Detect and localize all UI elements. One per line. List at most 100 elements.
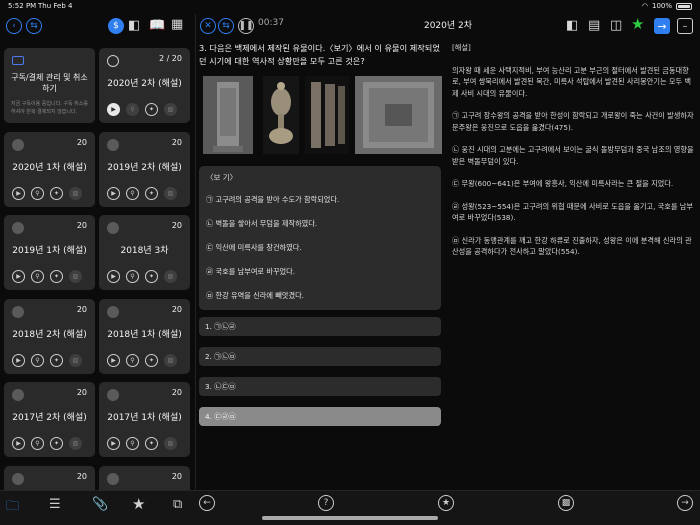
trash-icon[interactable]: ▧ [69, 270, 82, 283]
folder-icon[interactable]: 🗀 [6, 497, 19, 519]
image-icon[interactable]: ▤ [588, 18, 600, 34]
next-arrow-icon[interactable]: → [654, 18, 670, 34]
play-icon[interactable]: ▶ [12, 354, 25, 367]
trash-icon[interactable]: ▧ [164, 354, 177, 367]
answer-choice-4[interactable]: 4. ㉢㉣㉤ [199, 407, 441, 426]
exam-card[interactable]: 2 / 20 2020년 2차 (해설) ▶ ⚲ ✦ ▧ [99, 48, 190, 123]
answer-choice-3[interactable]: 3. ㉡㉢㉤ [199, 377, 441, 396]
refresh-icon[interactable] [107, 55, 119, 67]
exam-card[interactable]: 20 2019년 2차 (해설) ▶ ⚲ ✦ ▧ [99, 132, 190, 207]
card-count: 20 [76, 472, 87, 481]
status-dot-icon [107, 139, 119, 151]
bogi-box: 〈보 기〉 ㉠ 고구려의 공격을 받아 수도가 함락되었다. ㉡ 벽돌을 쌓아서… [199, 166, 441, 310]
columns-icon[interactable]: ◫ [610, 18, 622, 34]
bogi-item: ㉢ 익산에 미륵사를 창건하였다. [206, 243, 302, 252]
explanation-heading: [해설] [452, 43, 471, 52]
card-title: 2017년 1차 (해설) [107, 413, 182, 423]
book-icon[interactable]: 📖 [149, 18, 165, 34]
attachment-icon[interactable]: ✦ [145, 187, 158, 200]
attachment-icon[interactable]: ✦ [145, 437, 158, 450]
book-circle-icon[interactable]: ▩ [558, 495, 574, 511]
exam-card[interactable]: 20 2018년 2차 (해설) ▶ ⚲ ✦ ▧ [4, 299, 95, 374]
play-icon[interactable]: ▶ [107, 354, 120, 367]
trash-icon[interactable]: ▧ [69, 354, 82, 367]
answer-choice-1[interactable]: 1. ㉠㉡㉣ [199, 317, 441, 336]
card-count: 20 [171, 138, 182, 147]
search-icon[interactable]: ⚲ [31, 354, 44, 367]
minimize-icon[interactable]: – [677, 18, 693, 34]
answer-choice-2[interactable]: 2. ㉠㉡㉤ [199, 347, 441, 366]
previous-arrow-icon[interactable]: ← [199, 495, 215, 511]
play-icon[interactable]: ▶ [12, 270, 25, 283]
swap-icon[interactable]: ⇆ [26, 18, 42, 34]
exam-card[interactable]: 20 2018년 1차 (해설) ▶ ⚲ ✦ ▧ [99, 299, 190, 374]
bogi-item: ㉠ 고구려의 공격을 받아 수도가 함락되었다. [206, 195, 340, 204]
trash-icon[interactable]: ▧ [164, 103, 177, 116]
play-icon[interactable]: ▶ [12, 187, 25, 200]
subscription-card[interactable]: 구독/결제 관리 및 취소하기 지금 구독이용 중입니다. 구독 취소를 하셔야… [4, 48, 95, 123]
artifact-photos [199, 72, 444, 158]
search-icon[interactable]: ⚲ [31, 270, 44, 283]
explanation-panel: [해설] 의자왕 때 세운 사택지적비, 부여 능산리 고분 부근의 절터에서 … [452, 42, 696, 269]
exam-card[interactable]: 20 2017년 1차 (해설) ▶ ⚲ ✦ ▧ [99, 382, 190, 457]
card-title: 2018년 2차 (해설) [12, 330, 87, 340]
status-dot-icon [12, 306, 24, 318]
attachment-icon[interactable]: ✦ [50, 437, 63, 450]
exam-card[interactable]: 20 2017년 2차 (해설) ▶ ⚲ ✦ ▧ [4, 382, 95, 457]
search-icon[interactable]: ⚲ [126, 437, 139, 450]
grid-icon[interactable]: ▦ [171, 17, 183, 33]
card-count: 20 [171, 388, 182, 397]
trash-icon[interactable]: ▧ [69, 187, 82, 200]
trash-icon[interactable]: ▧ [164, 437, 177, 450]
play-icon[interactable]: ▶ [107, 437, 120, 450]
exam-card[interactable]: 20 [4, 466, 95, 490]
search-icon[interactable]: ⚲ [31, 437, 44, 450]
explanation-paragraph: ㉤ 신라가 동맹관계를 깨고 한강 하류로 진출하자, 성왕은 이에 분격해 신… [452, 235, 692, 257]
play-icon[interactable]: ▶ [107, 187, 120, 200]
split-view-icon[interactable]: ◧ [128, 18, 140, 34]
star-circle-icon[interactable]: ★ [438, 495, 454, 511]
attachment-icon[interactable]: ✦ [145, 103, 158, 116]
star-icon[interactable]: ★ [631, 16, 644, 32]
battery-percent: 100% [651, 2, 672, 10]
paperclip-icon[interactable]: 📎 [92, 497, 108, 512]
search-icon[interactable]: ⚲ [126, 187, 139, 200]
play-icon[interactable]: ▶ [107, 103, 120, 116]
explanation-paragraph: ㉠ 고구려 장수왕의 공격을 받아 한성이 함락되고 개로왕이 죽는 사건이 발… [452, 111, 694, 132]
attachment-icon[interactable]: ✦ [50, 187, 63, 200]
trash-icon[interactable]: ▧ [69, 437, 82, 450]
help-icon[interactable]: ? [318, 495, 334, 511]
copy-icon[interactable]: ⧉ [173, 497, 182, 512]
status-right: ◠ 100% [642, 2, 692, 10]
trash-icon[interactable]: ▧ [164, 270, 177, 283]
exam-card[interactable]: 20 2019년 1차 (해설) ▶ ⚲ ✦ ▧ [4, 215, 95, 290]
attachment-icon[interactable]: ✦ [50, 270, 63, 283]
status-dot-icon [107, 306, 119, 318]
question-text: 3. 다음은 백제에서 제작된 유물이다.〈보기〉에서 이 유물이 제작되었던 … [199, 43, 440, 66]
exam-card[interactable]: 20 2018년 3차 ▶ ⚲ ✦ ▧ [99, 215, 190, 290]
exam-card[interactable]: 20 [99, 466, 190, 490]
search-icon[interactable]: ⚲ [31, 187, 44, 200]
card-count: 20 [171, 472, 182, 481]
search-icon[interactable]: ⚲ [126, 354, 139, 367]
trash-icon[interactable]: ▧ [164, 187, 177, 200]
split-view-icon[interactable]: ◧ [566, 18, 578, 34]
explanation-paragraph: ㉢ 무왕(600~641)은 부여에 왕흥사, 익산에 미륵사라는 큰 절을 지… [452, 179, 674, 188]
play-icon[interactable]: ▶ [12, 437, 25, 450]
search-icon[interactable]: ⚲ [126, 103, 139, 116]
next-circle-arrow-icon[interactable]: → [677, 495, 693, 511]
search-icon[interactable]: ⚲ [126, 270, 139, 283]
attachment-icon[interactable]: ✦ [50, 354, 63, 367]
play-icon[interactable]: ▶ [107, 270, 120, 283]
list-icon[interactable]: ☰ [49, 497, 61, 512]
wifi-icon: ◠ [641, 2, 648, 10]
status-dot-icon [12, 473, 24, 485]
attachment-icon[interactable]: ✦ [145, 354, 158, 367]
back-arrow-icon[interactable]: ‹ [6, 18, 22, 34]
card-count: 20 [171, 221, 182, 230]
stele-photo [203, 76, 253, 154]
attachment-icon[interactable]: ✦ [145, 270, 158, 283]
star-icon[interactable]: ★ [132, 495, 145, 513]
dollar-icon[interactable]: $ [108, 18, 124, 34]
exam-card[interactable]: 20 2020년 1차 (해설) ▶ ⚲ ✦ ▧ [4, 132, 95, 207]
